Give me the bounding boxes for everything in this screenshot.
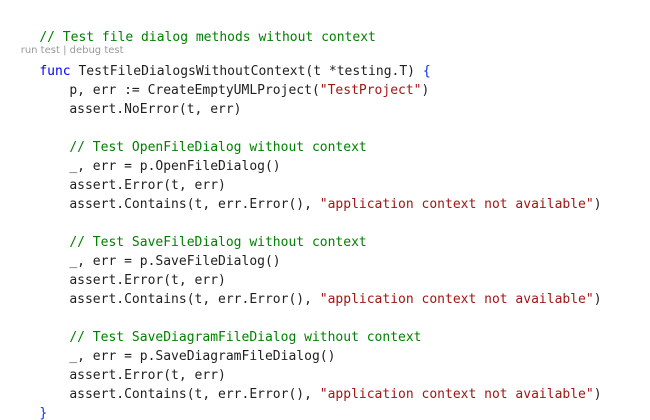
code-statement: _, err = p.SaveDiagramFileDialog() — [69, 349, 336, 364]
code-statement: assert.Error(t, err) — [69, 273, 226, 288]
code-line: // Test SaveFileDialog without context — [8, 214, 650, 250]
code-statement-end: ) — [593, 197, 602, 212]
code-string: "TestProject" — [319, 83, 422, 98]
run-test-link[interactable]: run test — [21, 45, 60, 56]
code-line: // Test SaveDiagramFileDialog without co… — [8, 309, 650, 345]
code-statement: assert.Error(t, err) — [69, 178, 226, 193]
code-comment: // Test SaveFileDialog without context — [69, 235, 367, 250]
code-comment: // Test SaveDiagramFileDialog without co… — [69, 330, 422, 345]
code-statement: p, err := CreateEmptyUMLProject( — [69, 83, 320, 98]
code-statement: assert.Contains(t, err.Error(), — [69, 197, 320, 212]
code-editor[interactable]: // Test file dialog methods without cont… — [0, 0, 650, 420]
open-brace: { — [422, 64, 431, 79]
code-comment: // Test OpenFileDialog without context — [69, 140, 367, 155]
code-statement-end: ) — [593, 387, 602, 402]
debug-test-link[interactable]: debug test — [70, 45, 124, 56]
code-string: "application context not available" — [319, 292, 594, 307]
code-line: // Test OpenFileDialog without context — [8, 119, 650, 155]
code-statement: _, err = p.SaveFileDialog() — [69, 254, 281, 269]
code-statement-end: ) — [593, 292, 602, 307]
code-line: // Test file dialog methods without cont… — [8, 9, 650, 45]
code-statement: _, err = p.OpenFileDialog() — [69, 159, 281, 174]
code-statement-end: ) — [421, 83, 430, 98]
code-statement: assert.Contains(t, err.Error(), — [69, 292, 320, 307]
code-statement: assert.Contains(t, err.Error(), — [69, 387, 320, 402]
code-statement: assert.Error(t, err) — [69, 368, 226, 383]
code-string: "application context not available" — [319, 387, 594, 402]
function-signature: TestFileDialogsWithoutContext(t *testing… — [70, 64, 423, 79]
code-statement: assert.NoError(t, err) — [69, 102, 242, 117]
close-brace: } — [39, 406, 48, 420]
func-keyword: func — [39, 64, 71, 79]
codelens-separator: | — [59, 45, 70, 56]
code-string: "application context not available" — [319, 197, 594, 212]
